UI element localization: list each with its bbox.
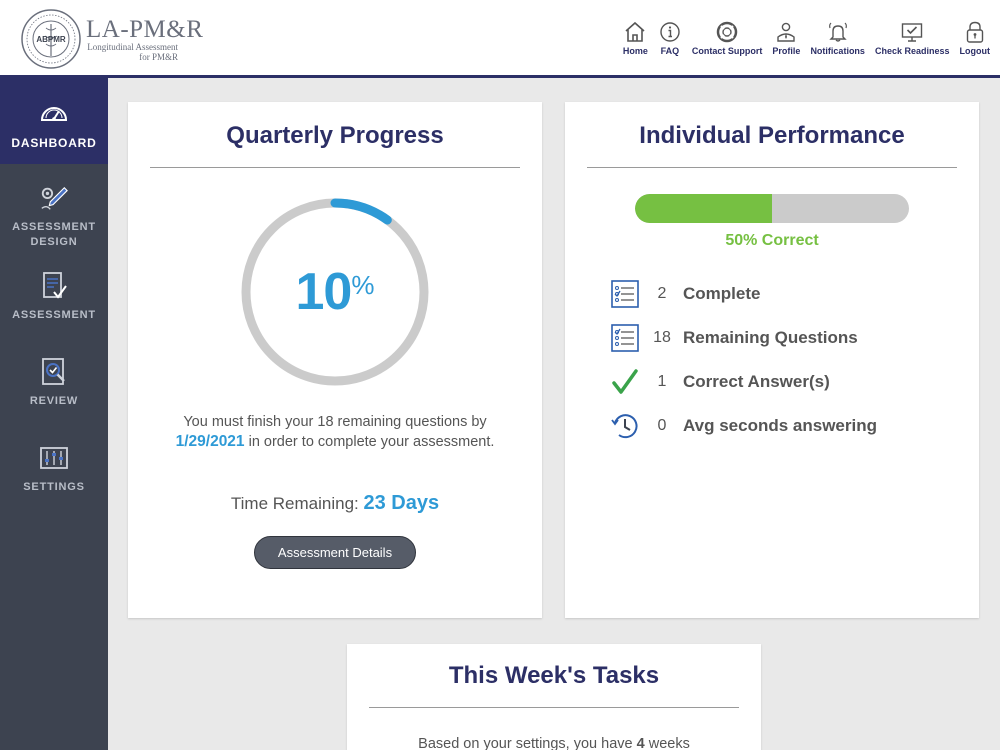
correct-progress-bar [635, 194, 909, 223]
time-remaining-label: Time Remaining: [230, 494, 359, 513]
divider [587, 167, 957, 168]
stat-number: 18 [653, 329, 671, 346]
stat-label: Remaining Questions [683, 328, 858, 347]
abpmr-seal-logo: ABPMR [21, 9, 81, 69]
nav-label: Profile [772, 46, 801, 56]
nav-contact-support[interactable]: Contact Support [687, 20, 768, 56]
sidebar-item-review[interactable]: REVIEW [0, 336, 108, 422]
checklist-icon [611, 280, 639, 308]
tasks-message-before: Based on your settings, you have [418, 736, 633, 750]
sidebar-label: ASSESSMENT [12, 309, 96, 321]
assessment-details-button[interactable]: Assessment Details [254, 536, 416, 569]
nav-logout[interactable]: Logout [955, 20, 996, 56]
nav-home[interactable]: Home [618, 20, 653, 56]
stat-number: 1 [657, 373, 667, 390]
sidebar-item-assessment-design[interactable]: ASSESSMENT DESIGN [0, 164, 108, 250]
checklist-icon [611, 324, 639, 352]
progress-ring: 10 % [239, 196, 431, 388]
stat-row: 1 Correct Answer(s) [609, 360, 949, 404]
tasks-message-after: weeks [648, 736, 690, 750]
info-icon [660, 22, 680, 42]
sliders-icon [40, 447, 68, 469]
correct-progress-fill [635, 194, 772, 223]
gauge-icon [40, 107, 68, 121]
stat-number: 2 [657, 285, 667, 302]
nav-label: FAQ [660, 46, 680, 56]
top-header: ABPMR LA-PM&R Longitudinal Assessment fo… [0, 0, 1000, 78]
card-title: Individual Performance [639, 122, 905, 149]
divider [150, 167, 520, 168]
sidebar-label: SETTINGS [23, 481, 85, 493]
due-date: 1/29/2021 [175, 433, 245, 450]
sidebar-label: ASSESSMENT DESIGN [12, 221, 96, 248]
stat-row: 2 Complete [609, 272, 949, 316]
document-checklist-icon [43, 272, 67, 299]
lock-icon [966, 21, 983, 43]
tasks-weeks-count: 4 [636, 736, 645, 750]
nav-label: Notifications [810, 46, 865, 56]
progress-percent-number: 10 [295, 263, 353, 321]
quarterly-progress-card: Quarterly Progress 10 % You must finish … [128, 102, 542, 618]
finish-message-after: in order to complete your assessment. [248, 434, 495, 450]
correct-progress-label: 50% Correct [725, 232, 819, 249]
user-icon [777, 22, 796, 42]
progress-value: 10 % [239, 196, 431, 388]
stat-row: 18 Remaining Questions [609, 316, 949, 360]
nav-check-readiness[interactable]: Check Readiness [870, 20, 955, 56]
finish-message: You must finish your 18 remaining questi… [163, 412, 507, 452]
sidebar: DASHBOARD ASSESSMENT DESIGN ASSESSMENT R… [0, 78, 108, 750]
sidebar-label: REVIEW [29, 395, 79, 407]
sidebar-label: DASHBOARD [11, 136, 97, 150]
seal-text: ABPMR [36, 35, 66, 44]
checkmark-icon [612, 369, 638, 394]
sidebar-item-dashboard[interactable]: DASHBOARD [0, 78, 108, 164]
brand-title: LA-PM&R [86, 16, 204, 43]
divider [369, 707, 739, 708]
time-remaining-value: 23 Days [363, 492, 440, 514]
brand-subtitle: Longitudinal Assessment for PM&R [87, 42, 178, 62]
pencil-gear-icon [41, 186, 68, 210]
card-title: This Week's Tasks [448, 662, 660, 689]
weekly-tasks-card: This Week's Tasks Based on your settings… [347, 644, 761, 750]
stat-number: 0 [657, 417, 667, 434]
sidebar-item-settings[interactable]: SETTINGS [0, 422, 108, 508]
stat-row: 0 Avg seconds answering [609, 404, 949, 448]
individual-performance-card: Individual Performance 50% Correct 2 Com… [565, 102, 979, 618]
home-icon [625, 21, 645, 42]
bell-icon [828, 22, 847, 42]
magnifier-check-icon [42, 358, 65, 385]
finish-message-before: You must finish your 18 remaining questi… [183, 414, 487, 430]
lifebuoy-icon [716, 21, 738, 43]
nav-label: Home [622, 46, 648, 56]
tasks-message: Based on your settings, you have 4 weeks [347, 736, 761, 750]
monitor-check-icon [902, 23, 923, 42]
stat-label: Correct Answer(s) [683, 372, 830, 391]
time-remaining: Time Remaining: 23 Days [128, 492, 542, 515]
nav-faq[interactable]: FAQ [653, 20, 687, 56]
nav-label: Check Readiness [874, 46, 950, 56]
nav-profile[interactable]: Profile [767, 20, 805, 56]
sidebar-item-assessment[interactable]: ASSESSMENT [0, 250, 108, 336]
stat-label: Avg seconds answering [683, 416, 877, 435]
brand: LA-PM&R Longitudinal Assessment for PM&R [86, 16, 204, 62]
top-nav: Home FAQ Contact Support Profile Notific… [618, 20, 995, 56]
nav-label: Logout [959, 46, 991, 56]
performance-stats: 2 Complete 18 Remaining Questions 1 Corr… [609, 272, 949, 448]
card-title: Quarterly Progress [226, 122, 444, 149]
clock-icon [611, 414, 638, 439]
stat-label: Complete [683, 284, 761, 303]
nav-label: Contact Support [691, 46, 763, 56]
progress-percent-sign: % [351, 269, 375, 300]
nav-notifications[interactable]: Notifications [805, 20, 870, 56]
